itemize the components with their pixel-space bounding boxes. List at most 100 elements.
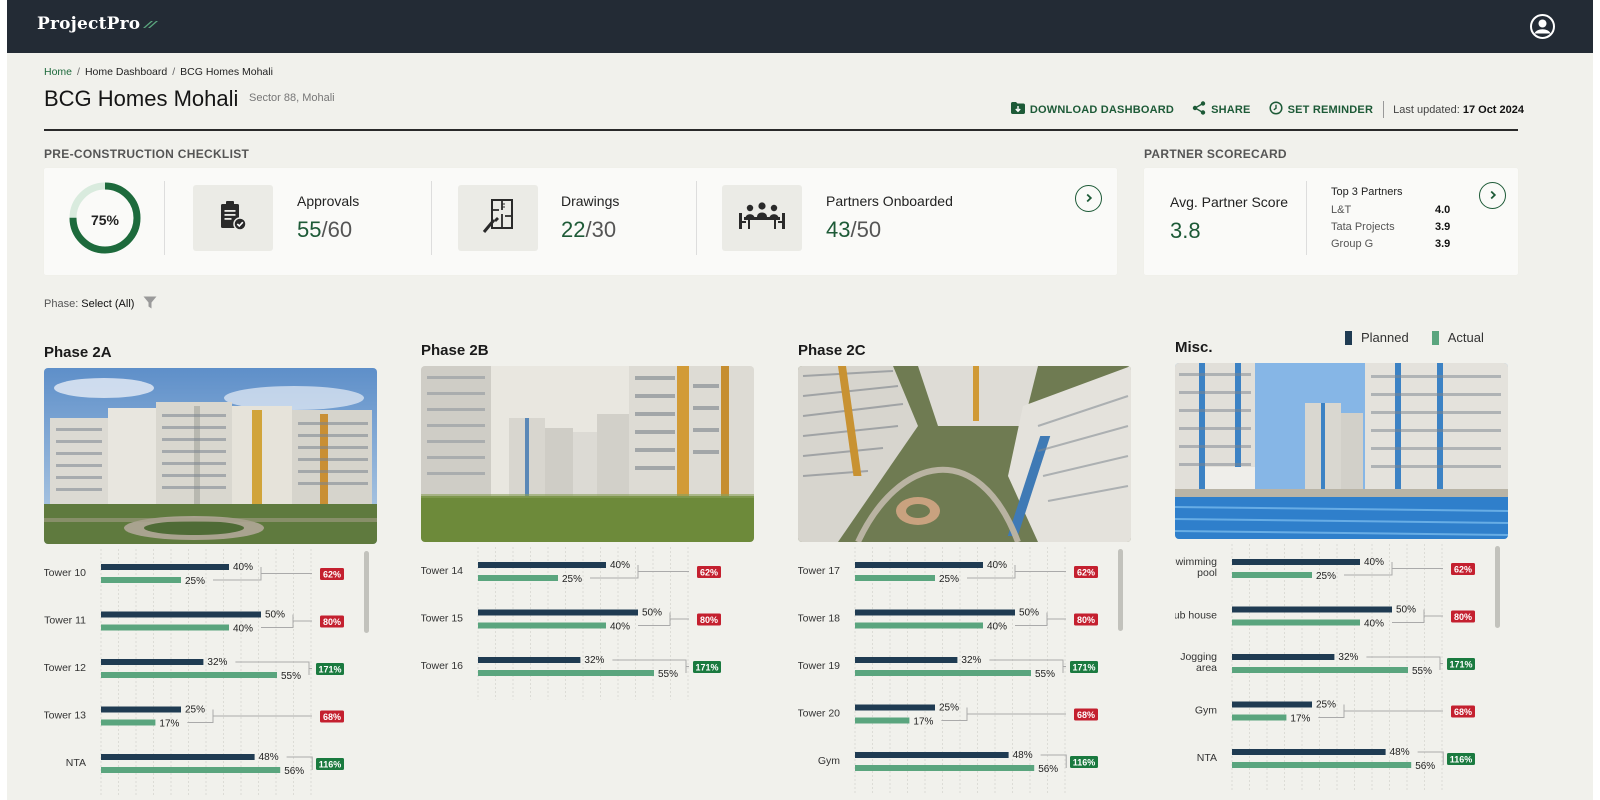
row-label: Tower 11	[44, 615, 86, 627]
actual-bar	[1232, 667, 1408, 673]
scrollbar-thumb[interactable]	[364, 551, 369, 633]
breadcrumb-dashboard-link[interactable]: Home Dashboard	[85, 66, 167, 78]
actual-bar	[855, 670, 1031, 676]
row-label: Tower 16	[421, 660, 463, 672]
partner-score: 3.9	[1435, 238, 1451, 250]
phase-card: Misc. Swimmingpool40%25%62%C	[1175, 339, 1508, 800]
divider	[696, 181, 697, 255]
partners-title: Partners Onboarded	[826, 193, 953, 209]
row-label: Tower 17	[798, 565, 840, 577]
partners-done: 43	[826, 217, 851, 242]
ratio-badge-label: 62%	[1454, 565, 1472, 575]
phase-chart-svg: Tower 10 40% 25% 62% Tower 11 50% 40% 80% Tower …	[44, 549, 369, 797]
partner-name: L&T	[1331, 204, 1352, 216]
actual-value-label: 40%	[610, 622, 630, 633]
ratio-badge-label: 116%	[1073, 758, 1096, 768]
connector-bracket	[1318, 704, 1443, 718]
phase-image[interactable]	[421, 366, 754, 542]
connector-bracket	[187, 709, 312, 723]
row-label: NTA	[66, 757, 86, 769]
clipboard-check-icon	[218, 200, 248, 237]
actual-bar	[1232, 619, 1360, 626]
share-label: SHARE	[1211, 103, 1251, 116]
row-label: pool	[1197, 567, 1217, 579]
actual-bar	[478, 622, 606, 629]
phase-progress-chart: Tower 14 40% 25% 62% Tower 15 50% 40% 80% Tower …	[421, 547, 754, 800]
scrollbar-thumb[interactable]	[1495, 546, 1500, 628]
approvals-total: /60	[321, 217, 353, 242]
phase-card: Phase 2C Tower 17 40% 25% 62% Tower 18 50% 40%…	[798, 342, 1131, 800]
ratio-badge-label: 171%	[318, 665, 341, 675]
phase-title: Phase 2B	[421, 342, 489, 359]
phase-filter-value: Select (All)	[81, 298, 135, 310]
actual-value-label: 25%	[562, 574, 582, 585]
actual-bar	[101, 624, 229, 631]
brand-mark-icon	[142, 14, 159, 34]
ratio-badge-label: 116%	[1450, 755, 1473, 765]
user-avatar-icon[interactable]	[1529, 13, 1556, 40]
scorecard-next-button[interactable]	[1479, 182, 1506, 209]
breadcrumb-home-link[interactable]: Home	[44, 66, 72, 78]
partner-name: Tata Projects	[1331, 221, 1395, 233]
last-updated-value: 17 Oct 2024	[1462, 103, 1524, 116]
ratio-badge-label: 171%	[695, 663, 718, 673]
phase-image[interactable]	[1175, 363, 1508, 539]
actual-value-label: 25%	[1316, 571, 1336, 582]
approvals-icon-box	[193, 185, 273, 251]
planned-value-label: 48%	[1013, 750, 1033, 761]
phase-progress-chart: Swimmingpool40%25%62%Club house50%40%80%…	[1175, 544, 1508, 800]
drawings-value: 22/30	[561, 217, 616, 243]
ratio-badge-label: 68%	[1077, 710, 1095, 720]
actual-bar	[855, 765, 1035, 771]
planned-bar	[855, 752, 1009, 758]
actual-value-label: 25%	[939, 574, 959, 585]
actual-value-label: 17%	[159, 719, 179, 730]
share-button[interactable]: SHARE	[1192, 101, 1251, 118]
brand-logo[interactable]: ProjectPro	[37, 14, 159, 34]
partners-icon-box	[722, 185, 802, 251]
row-label: Tower 13	[44, 710, 86, 722]
planned-value-label: 50%	[1396, 605, 1416, 616]
ratio-badge-label: 62%	[1077, 568, 1095, 578]
planned-bar	[1232, 654, 1335, 660]
funnel-icon[interactable]	[143, 296, 157, 312]
row-label: area	[1196, 662, 1217, 674]
blueprint-icon	[481, 198, 515, 239]
planned-value-label: 25%	[939, 703, 959, 714]
connector-bracket	[941, 707, 1066, 721]
breadcrumb: Home / Home Dashboard / BCG Homes Mohali	[44, 66, 273, 78]
planned-bar	[1232, 701, 1312, 708]
phase-image[interactable]	[44, 368, 377, 544]
partner-score: 3.9	[1435, 221, 1451, 233]
set-reminder-button[interactable]: SET REMINDER	[1269, 101, 1374, 118]
planned-value-label: 40%	[233, 562, 253, 573]
download-dashboard-button[interactable]: DOWNLOAD DASHBOARD	[1010, 102, 1174, 117]
phase-filter[interactable]: Phase: Select (All)	[44, 296, 157, 312]
last-updated-label: Last updated:	[1393, 103, 1460, 116]
scorecard-section-label: PARTNER SCORECARD	[1144, 147, 1287, 161]
planned-bar	[855, 704, 935, 711]
actual-bar	[101, 672, 277, 678]
last-updated: Last updated: 17 Oct 2024	[1393, 104, 1524, 116]
row-label: Tower 10	[44, 567, 86, 579]
row-label: Club house	[1175, 610, 1217, 622]
row-label: Tower 14	[421, 565, 463, 577]
scrollbar-thumb[interactable]	[1118, 549, 1123, 631]
row-label: Gym	[818, 755, 840, 767]
phase-chart-svg: Tower 14 40% 25% 62% Tower 15 50% 40% 80% Tower …	[421, 547, 721, 700]
checklist-next-button[interactable]	[1075, 185, 1102, 212]
actual-value-label: 55%	[658, 669, 678, 680]
actual-bar	[1232, 762, 1412, 768]
row-label: Tower 12	[44, 662, 86, 674]
planned-value-label: 32%	[584, 655, 604, 666]
share-icon	[1192, 101, 1211, 118]
actual-value-label: 56%	[1415, 761, 1435, 772]
ratio-badge-label: 80%	[1454, 612, 1472, 622]
phase-image[interactable]	[798, 366, 1131, 542]
top-partners-title: Top 3 Partners	[1331, 186, 1403, 198]
row-label: Tower 19	[798, 660, 840, 672]
planned-value-label: 32%	[961, 655, 981, 666]
divider	[431, 181, 432, 255]
actual-bar	[478, 575, 558, 581]
actual-value-label: 55%	[1035, 669, 1055, 680]
